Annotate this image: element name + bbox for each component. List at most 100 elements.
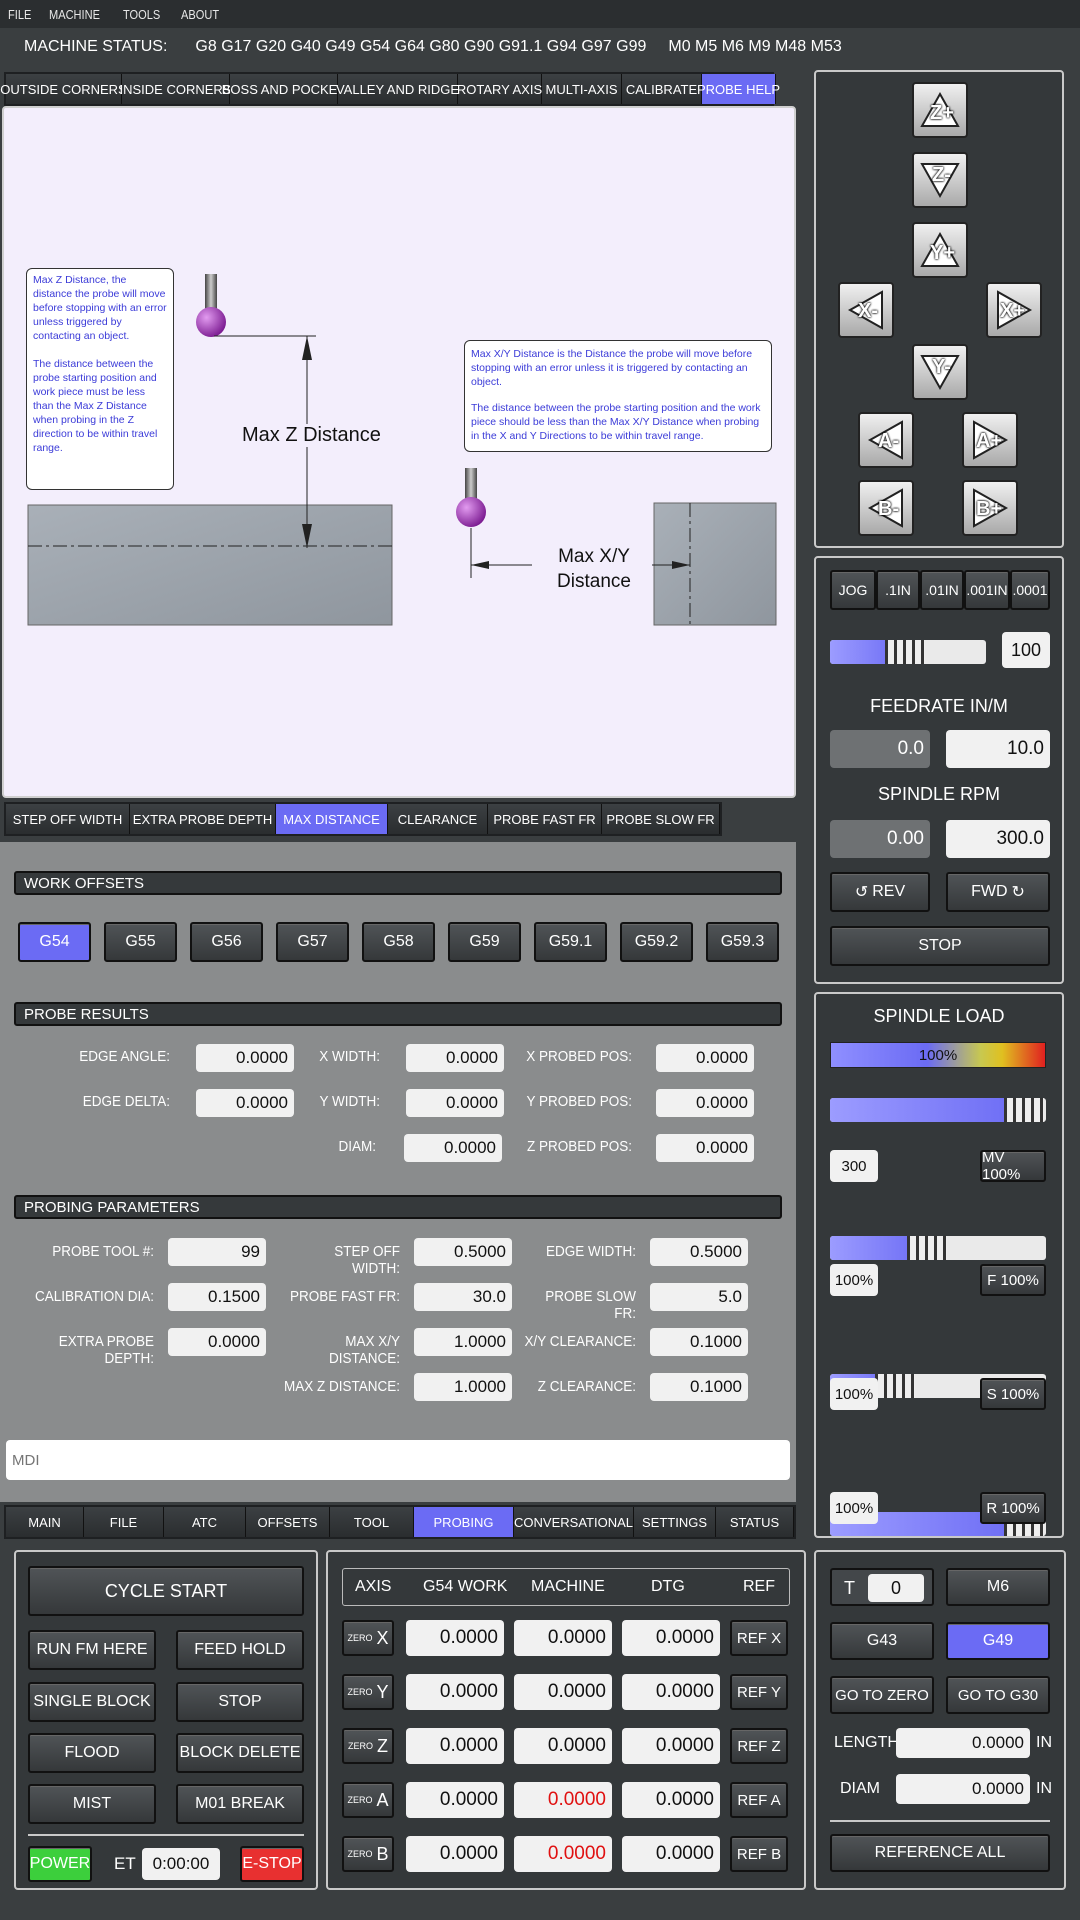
edge-angle-field[interactable]: 0.0000: [196, 1044, 294, 1072]
m01-break-button[interactable]: M01 BREAK: [176, 1784, 304, 1824]
ref-y-button[interactable]: REF Y: [730, 1674, 788, 1710]
probe-fast-fr-field[interactable]: 30.0: [414, 1283, 512, 1311]
g59-3-button[interactable]: G59.3: [706, 922, 779, 962]
jog-x-minus-button[interactable]: X-: [838, 282, 894, 338]
feed-override-thumb[interactable]: [907, 1236, 948, 1260]
go-to-g30-button[interactable]: GO TO G30: [946, 1676, 1050, 1714]
jog-step-0-1-button[interactable]: .1IN: [876, 570, 920, 610]
extra-probe-depth-field[interactable]: 0.0000: [168, 1328, 266, 1356]
tab-step-off-width[interactable]: STEP OFF WIDTH: [6, 804, 130, 834]
work-pos-a[interactable]: 0.0000: [406, 1782, 504, 1818]
mist-button[interactable]: MIST: [28, 1784, 156, 1824]
work-pos-y[interactable]: 0.0000: [406, 1674, 504, 1710]
g57-button[interactable]: G57: [276, 922, 349, 962]
tab-clearance[interactable]: CLEARANCE: [388, 804, 488, 834]
max-velocity-thumb[interactable]: [1004, 1098, 1045, 1122]
estop-button[interactable]: E-STOP: [240, 1846, 304, 1882]
g59-button[interactable]: G59: [448, 922, 521, 962]
ref-b-button[interactable]: REF B: [730, 1836, 788, 1872]
jog-y-minus-button[interactable]: Y-: [912, 344, 968, 400]
jog-rate-thumb[interactable]: [884, 640, 925, 664]
spindle-stop-button[interactable]: STOP: [830, 926, 1050, 966]
g55-button[interactable]: G55: [104, 922, 177, 962]
g49-button[interactable]: G49: [946, 1622, 1050, 1660]
jog-step-0-001-button[interactable]: .001IN: [964, 570, 1010, 610]
tab-inside-corners[interactable]: INSIDE CORNERS: [120, 74, 231, 104]
run-from-here-button[interactable]: RUN FM HERE: [28, 1630, 156, 1670]
probe-slow-fr-field[interactable]: 5.0: [650, 1283, 748, 1311]
tab-max-distance[interactable]: MAX DISTANCE: [276, 804, 388, 834]
jog-z-minus-button[interactable]: Z-: [912, 152, 968, 208]
x-probed-pos-field[interactable]: 0.0000: [656, 1044, 754, 1072]
tab-calibrate[interactable]: CALIBRATE: [622, 74, 702, 104]
zero-y-button[interactable]: ZERO Y: [342, 1674, 394, 1710]
tool-diam-field[interactable]: 0.0000: [896, 1774, 1030, 1804]
block-delete-button[interactable]: BLOCK DELETE: [176, 1733, 304, 1773]
z-probed-pos-field[interactable]: 0.0000: [656, 1134, 754, 1162]
tab-status[interactable]: STATUS: [716, 1507, 794, 1537]
work-pos-b[interactable]: 0.0000: [406, 1836, 504, 1872]
work-pos-x[interactable]: 0.0000: [406, 1620, 504, 1656]
tab-outside-corners[interactable]: OUTSIDE CORNERS: [0, 74, 127, 104]
tool-length-field[interactable]: 0.0000: [896, 1728, 1030, 1758]
tab-valley-and-ridge[interactable]: VALLEY AND RIDGE: [336, 74, 459, 104]
max-velocity-reset-button[interactable]: MV 100%: [980, 1149, 1046, 1183]
mdi-input[interactable]: [6, 1440, 790, 1480]
ref-z-button[interactable]: REF Z: [730, 1728, 788, 1764]
menu-machine[interactable]: MACHINE: [49, 7, 100, 22]
y-probed-pos-field[interactable]: 0.0000: [656, 1089, 754, 1117]
tab-probe-help[interactable]: PROBE HELP: [697, 74, 780, 104]
power-button[interactable]: POWER: [28, 1846, 92, 1882]
jog-rate-value[interactable]: 100: [1002, 632, 1050, 668]
tab-probing[interactable]: PROBING: [414, 1507, 514, 1537]
tab-extra-probe-depth[interactable]: EXTRA PROBE DEPTH: [130, 804, 276, 834]
spindle-rpm-set[interactable]: 300.0: [946, 820, 1050, 858]
flood-button[interactable]: FLOOD: [28, 1733, 156, 1773]
m6-button[interactable]: M6: [946, 1568, 1050, 1606]
jog-a-minus-button[interactable]: A-: [858, 412, 914, 468]
feedrate-set[interactable]: 10.0: [946, 730, 1050, 768]
g58-button[interactable]: G58: [362, 922, 435, 962]
jog-y-plus-button[interactable]: Y+: [912, 222, 968, 278]
g54-button[interactable]: G54: [18, 922, 91, 962]
g59-1-button[interactable]: G59.1: [534, 922, 607, 962]
jog-continuous-button[interactable]: JOG: [830, 570, 876, 610]
reference-all-button[interactable]: REFERENCE ALL: [830, 1834, 1050, 1872]
spindle-forward-button[interactable]: FWD ↻: [946, 872, 1050, 912]
y-width-field[interactable]: 0.0000: [406, 1089, 504, 1117]
single-block-button[interactable]: SINGLE BLOCK: [28, 1682, 156, 1722]
menu-file[interactable]: FILE: [8, 7, 31, 22]
jog-z-plus-button[interactable]: Z+: [912, 82, 968, 138]
jog-rate-slider[interactable]: [830, 640, 986, 664]
jog-step-0-01-button[interactable]: .01IN: [920, 570, 964, 610]
step-off-width-field[interactable]: 0.5000: [414, 1238, 512, 1266]
tab-probe-fast-fr[interactable]: PROBE FAST FR: [488, 804, 602, 834]
ref-a-button[interactable]: REF A: [730, 1782, 788, 1818]
spindle-reverse-button[interactable]: ↺ REV: [830, 872, 930, 912]
max-xy-distance-field[interactable]: 1.0000: [414, 1328, 512, 1356]
g59-2-button[interactable]: G59.2: [620, 922, 693, 962]
zero-b-button[interactable]: ZERO B: [342, 1836, 394, 1872]
tab-conversational[interactable]: CONVERSATIONAL: [514, 1507, 634, 1537]
jog-step-0-0001-button[interactable]: .0001: [1010, 570, 1050, 610]
xy-clearance-field[interactable]: 0.1000: [650, 1328, 748, 1356]
tab-settings[interactable]: SETTINGS: [634, 1507, 716, 1537]
tab-multi-axis[interactable]: MULTI-AXIS: [542, 74, 622, 104]
spindle-override-reset-button[interactable]: S 100%: [980, 1378, 1046, 1410]
tab-main[interactable]: MAIN: [6, 1507, 84, 1537]
calibration-dia-field[interactable]: 0.1500: [168, 1283, 266, 1311]
tab-tool[interactable]: TOOL: [330, 1507, 414, 1537]
tab-offsets[interactable]: OFFSETS: [246, 1507, 330, 1537]
cycle-start-button[interactable]: CYCLE START: [28, 1566, 304, 1616]
zero-x-button[interactable]: ZERO X: [342, 1620, 394, 1656]
tab-probe-slow-fr[interactable]: PROBE SLOW FR: [602, 804, 720, 834]
jog-x-plus-button[interactable]: X+: [986, 282, 1042, 338]
edge-width-field[interactable]: 0.5000: [650, 1238, 748, 1266]
g56-button[interactable]: G56: [190, 922, 263, 962]
x-width-field[interactable]: 0.0000: [406, 1044, 504, 1072]
jog-b-plus-button[interactable]: B+: [962, 480, 1018, 536]
jog-b-minus-button[interactable]: B-: [858, 480, 914, 536]
max-velocity-slider[interactable]: [830, 1098, 1046, 1122]
tab-file[interactable]: FILE: [84, 1507, 164, 1537]
g43-button[interactable]: G43: [830, 1622, 934, 1660]
